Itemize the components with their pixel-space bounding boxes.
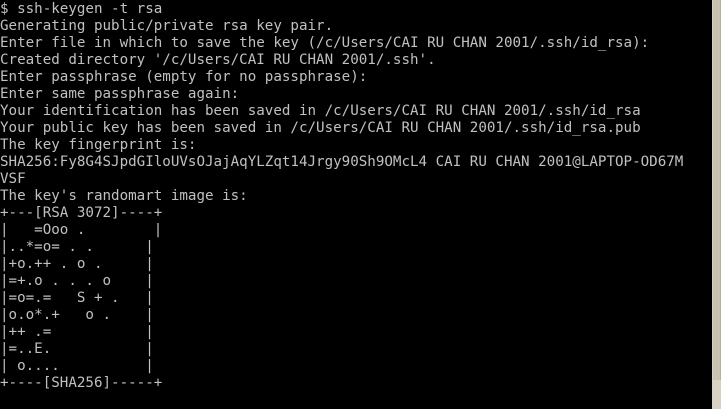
terminal-line: The key's randomart image is:	[0, 188, 248, 204]
randomart-line: |++ .= |	[0, 324, 154, 340]
randomart-line: |=o=.= S + . |	[0, 290, 154, 306]
randomart-line: | o.... |	[0, 358, 154, 374]
terminal-line: Created directory '/c/Users/CAI RU CHAN …	[0, 52, 436, 68]
terminal-line: Enter file in which to save the key (/c/…	[0, 35, 650, 51]
randomart-line: |=+.o . . . o |	[0, 273, 154, 289]
terminal-line-command: $ ssh-keygen -t rsa	[0, 1, 163, 17]
terminal-output: $ ssh-keygen -t rsa Generating public/pri…	[0, 0, 712, 392]
fingerprint-line-wrap: VSF	[0, 171, 26, 187]
terminal-line: Enter passphrase (empty for no passphras…	[0, 69, 368, 85]
terminal-line: Generating public/private rsa key pair.	[0, 18, 334, 34]
randomart-line: |+o.++ . o . |	[0, 256, 154, 272]
terminal-window[interactable]: $ ssh-keygen -t rsa Generating public/pri…	[0, 0, 712, 409]
vertical-scrollbar[interactable]	[712, 0, 721, 409]
terminal-line: Enter same passphrase again:	[0, 86, 240, 102]
randomart-line: +----[SHA256]-----+	[0, 375, 163, 391]
fingerprint-line: SHA256:Fy8G4SJpdGIloUVsOJajAqYLZqt14Jrgy…	[0, 154, 684, 170]
terminal-line: Your identification has been saved in /c…	[0, 103, 641, 119]
terminal-line: Your public key has been saved in /c/Use…	[0, 120, 641, 136]
randomart-line: |..*=o= . . |	[0, 239, 154, 255]
randomart-line: |=..E. |	[0, 341, 154, 357]
terminal-line: The key fingerprint is:	[0, 137, 197, 153]
randomart-line: +---[RSA 3072]----+	[0, 205, 163, 221]
scrollbar-thumb[interactable]	[713, 0, 721, 380]
randomart-line: |o.o*.+ o . |	[0, 307, 154, 323]
randomart-line: | =Ooo . |	[0, 222, 163, 238]
